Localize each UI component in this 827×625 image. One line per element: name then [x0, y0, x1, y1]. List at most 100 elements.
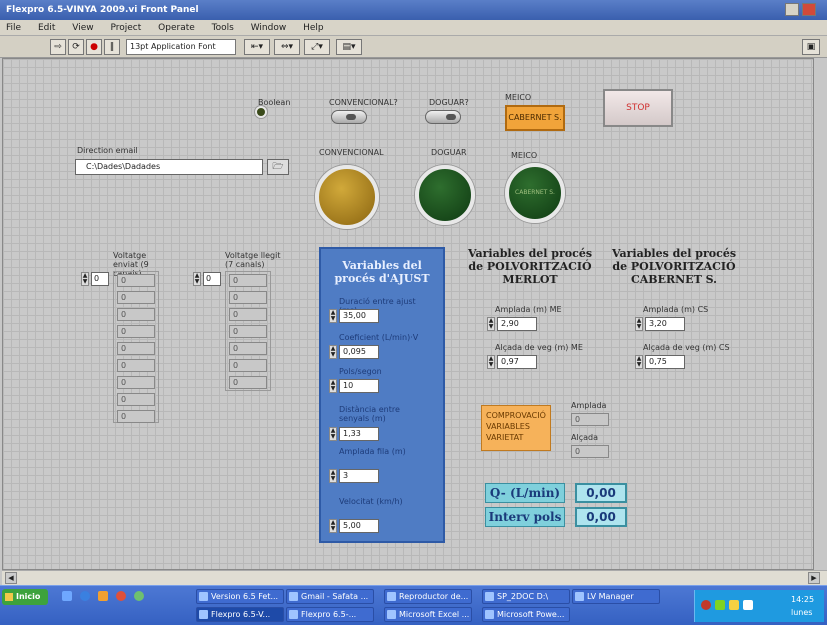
switch-doguar[interactable] — [425, 110, 461, 124]
cabernet-amplada-label: Amplada (m) CS — [643, 305, 709, 314]
taskbar-item[interactable]: Gmail - Safata ... — [286, 589, 374, 604]
voltage-sent-cell: 0 — [117, 359, 155, 372]
abort-icon[interactable]: ● — [86, 39, 102, 55]
merlot-alcada-spinner[interactable]: ▲ ▼ — [487, 355, 495, 369]
taskbar-item[interactable]: Microsoft Powe... — [482, 607, 570, 622]
run-icon[interactable]: ⇨ — [50, 39, 66, 55]
menu-operate[interactable]: Operate — [158, 23, 195, 33]
taskbar: Inicio Version 6.5 Fet... Gmail - Safata … — [0, 585, 827, 625]
ajust-field-label: Pols/segon — [339, 367, 382, 376]
app-icon — [387, 592, 396, 601]
quicklaunch-media-icon[interactable] — [116, 591, 126, 601]
merlot-alcada-input[interactable]: 0,97 — [497, 355, 537, 369]
voltage-sent-array: 0 0 0 0 0 0 0 0 0 — [113, 271, 159, 423]
run-continuous-icon[interactable]: ⟳ — [68, 39, 84, 55]
quicklaunch-desktop-icon[interactable] — [62, 591, 72, 601]
close-button[interactable] — [802, 3, 816, 16]
voltage-read-index[interactable]: 0 — [203, 272, 221, 286]
path-input[interactable]: C:\Dades\Dadades — [75, 159, 263, 175]
switch-conv-label: CONVENCIONAL? — [329, 98, 398, 107]
taskbar-item-label: Flexpro 6.5-V... — [211, 610, 271, 619]
merlot-title: Variables del procés de POLVORITZACIÓ ME… — [467, 247, 593, 286]
boolean-label: Boolean — [258, 98, 291, 107]
compr-amplada-value: 0 — [571, 413, 609, 426]
start-button[interactable]: Inicio — [2, 589, 48, 605]
minimize-button[interactable] — [785, 3, 799, 16]
voltage-sent-index-spinner[interactable]: ▲ ▼ — [81, 272, 89, 286]
ajust-field-spinner[interactable]: ▲ ▼ — [329, 427, 337, 441]
ajust-field-input[interactable]: 0,095 — [339, 345, 379, 359]
menu-edit[interactable]: Edit — [38, 23, 55, 33]
path-label: Direction email — [77, 146, 138, 155]
taskbar-item[interactable]: SP_2DOC D:\ — [482, 589, 570, 604]
ajust-field-input[interactable]: 3 — [339, 469, 379, 483]
resize-icon[interactable]: ⤢▾ — [304, 39, 330, 55]
ajust-field-spinner[interactable]: ▲ ▼ — [329, 379, 337, 393]
taskbar-item[interactable]: Version 6.5 Fet... — [196, 589, 284, 604]
cabernet-alcada-spinner[interactable]: ▲ ▼ — [635, 355, 643, 369]
meico-label: MEICO — [505, 93, 532, 102]
tray-antivirus-icon[interactable] — [701, 600, 711, 610]
vi-icon: ▣ — [802, 39, 820, 55]
quicklaunch-ie-icon[interactable] — [80, 591, 90, 601]
voltage-read-index-spinner[interactable]: ▲ ▼ — [193, 272, 201, 286]
align-icon[interactable]: ⇤▾ — [244, 39, 270, 55]
voltage-sent-index[interactable]: 0 — [91, 272, 109, 286]
scroll-right-icon[interactable]: ▶ — [808, 572, 820, 584]
voltage-sent-cell: 0 — [117, 376, 155, 389]
tray-network-icon[interactable] — [715, 600, 725, 610]
quicklaunch-chrome-icon[interactable] — [134, 591, 144, 601]
taskbar-item[interactable]: Flexpro 6.5-V... — [196, 607, 284, 622]
menu-view[interactable]: View — [72, 23, 93, 33]
lamp-meico: CABERNET S. — [505, 163, 565, 223]
cabernet-alcada-label: Alçada de veg (m) CS — [643, 343, 730, 352]
comprovacio-button[interactable]: COMPROVACIÓ VARIABLES VARIETAT — [481, 405, 551, 451]
ajust-field-input[interactable]: 1,33 — [339, 427, 379, 441]
taskbar-item-label: Microsoft Powe... — [497, 610, 565, 619]
taskbar-item-label: Reproductor de... — [399, 592, 469, 601]
reorder-icon[interactable]: ▤▾ — [336, 39, 362, 55]
scroll-left-icon[interactable]: ◀ — [5, 572, 17, 584]
voltage-sent-cell: 0 — [117, 325, 155, 338]
taskbar-item[interactable]: LV Manager — [572, 589, 660, 604]
ajust-field-spinner[interactable]: ▲ ▼ — [329, 519, 337, 533]
horizontal-scrollbar[interactable]: ◀ ▶ — [2, 570, 827, 585]
taskbar-item[interactable]: Flexpro 6.5-... — [286, 607, 374, 622]
menu-window[interactable]: Window — [251, 23, 287, 33]
ajust-field-spinner[interactable]: ▲ ▼ — [329, 309, 337, 323]
boolean-led[interactable] — [255, 106, 267, 118]
pause-icon[interactable]: ‖ — [104, 39, 120, 55]
cabernet-amplada-input[interactable]: 3,20 — [645, 317, 685, 331]
voltage-read-label: Voltatge llegit (7 canals) — [225, 251, 281, 269]
taskbar-item-label: Gmail - Safata ... — [301, 592, 369, 601]
menu-help[interactable]: Help — [303, 23, 324, 33]
tray-safety-icon[interactable] — [743, 600, 753, 610]
ajust-field-input[interactable]: 5,00 — [339, 519, 379, 533]
cabernet-alcada-input[interactable]: 0,75 — [645, 355, 685, 369]
stop-button[interactable]: STOP — [603, 89, 673, 127]
quicklaunch-folder-icon[interactable] — [98, 591, 108, 601]
menu-file[interactable]: File — [6, 23, 21, 33]
taskbar-item[interactable]: Reproductor de... — [384, 589, 472, 604]
ajust-field-input[interactable]: 10 — [339, 379, 379, 393]
ajust-field-spinner[interactable]: ▲ ▼ — [329, 345, 337, 359]
interval-value: 0,00 — [575, 507, 627, 527]
cabernet-amplada-spinner[interactable]: ▲ ▼ — [635, 317, 643, 331]
ajust-field-input[interactable]: 35,00 — [339, 309, 379, 323]
switch-conv[interactable] — [331, 110, 367, 124]
tray-volume-icon[interactable] — [729, 600, 739, 610]
merlot-amplada-spinner[interactable]: ▲ ▼ — [487, 317, 495, 331]
folder-browse-icon[interactable]: 🗁 — [267, 159, 289, 175]
front-panel: Boolean CONVENCIONAL? DOGUAR? MEICO CABE… — [2, 58, 814, 570]
font-select[interactable]: 13pt Application Font — [126, 39, 236, 55]
merlot-amplada-input[interactable]: 2,90 — [497, 317, 537, 331]
distribute-icon[interactable]: ⇔▾ — [274, 39, 300, 55]
ajust-field-spinner[interactable]: ▲ ▼ — [329, 469, 337, 483]
taskbar-item[interactable]: Microsoft Excel ... — [384, 607, 472, 622]
app-icon — [289, 610, 298, 619]
lamp-meico-label: MEICO — [511, 151, 538, 160]
meico-button[interactable]: CABERNET S. — [505, 105, 565, 131]
menu-tools[interactable]: Tools — [212, 23, 234, 33]
compr-alcada-value: 0 — [571, 445, 609, 458]
menu-project[interactable]: Project — [110, 23, 141, 33]
